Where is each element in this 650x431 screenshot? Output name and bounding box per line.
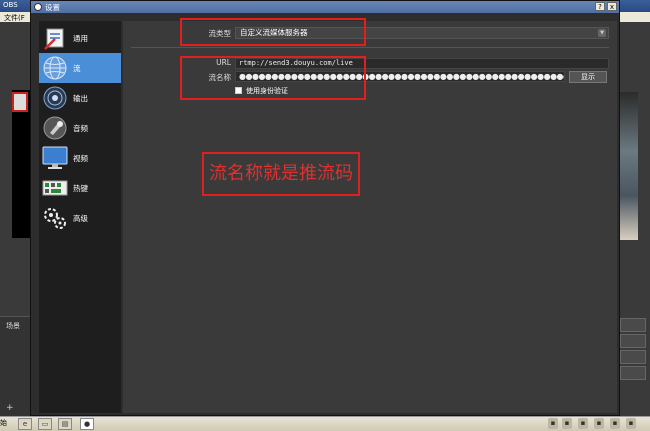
sidebar-item-label: 高级 — [73, 214, 88, 223]
divider — [131, 47, 609, 48]
chevron-down-icon: ▼ — [598, 29, 606, 37]
sidebar-item-advanced[interactable]: 高级 — [39, 203, 121, 233]
close-button[interactable]: x — [607, 2, 617, 11]
sidebar-item-label: 流 — [73, 64, 81, 73]
sidebar-item-label: 输出 — [73, 94, 88, 103]
main-right-buttons — [620, 318, 646, 412]
control-button[interactable] — [620, 318, 646, 332]
obs-app-icon — [34, 3, 42, 11]
main-preview-right — [618, 92, 638, 240]
sidebar-item-label: 音频 — [73, 124, 88, 133]
sidebar-item-general[interactable]: 通用 — [39, 23, 121, 53]
ie-icon[interactable]: e — [18, 418, 32, 430]
main-preview-area — [12, 90, 30, 238]
advanced-icon — [44, 208, 66, 229]
control-button[interactable] — [620, 350, 646, 364]
folder-icon[interactable]: ▤ — [58, 418, 72, 430]
sidebar-item-stream[interactable]: 流 — [39, 53, 121, 83]
main-window-title: OBS — [3, 1, 18, 9]
control-button[interactable] — [620, 366, 646, 380]
add-scene-button[interactable]: + — [6, 403, 14, 413]
scene-panel: 场景 + — [0, 316, 32, 417]
hotkeys-icon — [42, 180, 68, 196]
sidebar-item-video[interactable]: 视频 — [39, 143, 121, 173]
settings-sidebar: 通用 流 输出 音频 视频 热键 高级 — [39, 21, 121, 413]
dialog-titlebar: 设置 ? x — [31, 1, 619, 13]
control-button[interactable] — [620, 334, 646, 348]
explorer-icon[interactable]: ▭ — [38, 418, 52, 430]
general-icon — [44, 28, 64, 50]
sidebar-item-output[interactable]: 输出 — [39, 83, 121, 113]
sidebar-item-audio[interactable]: 音频 — [39, 113, 121, 143]
scene-label: 场景 — [6, 322, 20, 330]
preview-thumbnail-icon — [12, 92, 28, 112]
sidebar-item-label: 通用 — [73, 34, 88, 43]
obs-taskbar-icon[interactable]: ● — [80, 418, 94, 430]
dialog-title: 设置 — [45, 3, 60, 12]
sidebar-item-label: 视频 — [73, 154, 88, 163]
tray-icon[interactable]: ▪ — [610, 418, 620, 429]
tray-icon[interactable]: ▪ — [548, 418, 558, 429]
menu-file[interactable]: 文件(F — [4, 13, 25, 23]
tray-icon[interactable]: ▪ — [626, 418, 636, 429]
sidebar-item-label: 热键 — [73, 184, 88, 193]
start-button[interactable]: 始 — [0, 418, 7, 428]
output-icon — [43, 86, 67, 110]
taskbar: 始 e ▭ ▤ ● ▪ ▪ ▪ ▪ ▪ ▪ — [0, 416, 650, 431]
annotation-note: 流名称就是推流码 — [202, 152, 360, 196]
dialog-controls: ? x — [595, 2, 617, 11]
show-key-button[interactable]: 显示 — [569, 71, 607, 83]
video-icon — [42, 146, 68, 169]
tray-icon[interactable]: ▪ — [578, 418, 588, 429]
annotation-box-url-key — [180, 56, 366, 100]
help-button[interactable]: ? — [595, 2, 605, 11]
audio-icon — [43, 116, 67, 140]
tray-icon[interactable]: ▪ — [562, 418, 572, 429]
stream-icon — [43, 56, 67, 80]
sidebar-item-hotkeys[interactable]: 热键 — [39, 173, 121, 203]
tray-icon[interactable]: ▪ — [594, 418, 604, 429]
annotation-box-stream-type — [180, 18, 366, 46]
